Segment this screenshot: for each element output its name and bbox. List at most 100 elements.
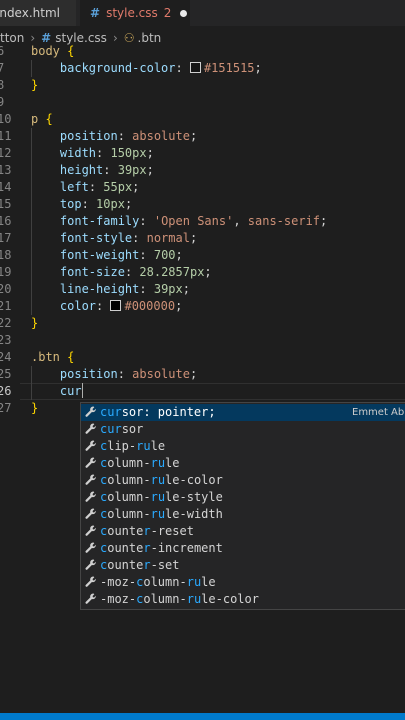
code-token: background-color [59,61,176,75]
color-swatch-icon[interactable] [110,300,122,311]
color-swatch-icon[interactable] [189,62,201,73]
code-token: : [175,61,190,75]
suggestion-match: cur [100,422,122,436]
suggestion-text: olumn- [107,507,151,521]
wrench-icon [84,506,98,523]
code-line[interactable]: 10 p { [0,111,405,128]
suggest-widget: cursor: pointer; Emmet Abb cursor clip-rule… [80,402,405,610]
code-text: cur [31,383,83,400]
code-token: 39px [153,282,183,296]
line-number: 25 [0,367,12,381]
code-token: font-size [59,265,125,279]
code-line[interactable]: 26 cur [0,383,405,400]
code-line[interactable]: 20 line-height: 39px; [0,281,405,298]
code-line[interactable]: 12 width: 150px; [0,145,405,162]
suggestion-item[interactable]: column-rule [81,455,405,472]
code-line[interactable]: 16 font-family: 'Open Sans', sans-serif; [0,213,405,230]
code-line[interactable]: 21 color: #000000; [0,298,405,315]
code-token: { [67,44,75,58]
code-line[interactable]: 14 left: 55px; [0,179,405,196]
code-line[interactable]: 18 font-weight: 700; [0,247,405,264]
suggestion-label: column-rule [100,455,180,472]
line-number: 17 [0,231,12,245]
code-token: : [132,231,147,245]
tab-index-html[interactable]: index.html [0,0,76,26]
code-line[interactable]: 6 body { [0,43,405,60]
suggestion-item[interactable]: counter-reset [81,523,405,540]
suggestion-match: ru [150,456,166,470]
code-token: : [81,197,97,211]
suggestion-text: olumn- [107,473,151,487]
code-line[interactable]: 22} [0,315,405,332]
tab-style-css[interactable]: # style.css 2 [80,0,190,26]
suggestion-item[interactable]: counter-increment [81,540,405,557]
code-line[interactable]: 17 font-style: normal; [0,230,405,247]
code-token: : [139,214,154,228]
line-number: 19 [0,265,12,279]
code-token: line-height [59,282,140,296]
code-line[interactable]: 25 position: absolute; [0,366,405,383]
suggestion-text: -reset [150,524,194,538]
suggestion-label: column-rule-style [100,489,223,506]
code-token: 150px [110,146,147,160]
wrench-icon [84,523,98,540]
suggestion-item[interactable]: -moz-column-rule-color [81,591,405,608]
unsaved-dot-icon[interactable] [180,10,188,17]
suggestion-label: cursor: pointer; [100,404,216,421]
code-text: top: 10px; [31,196,132,213]
suggestion-item[interactable]: cursor: pointer; Emmet Abb [81,404,405,421]
suggestion-text: sor: pointer; [121,405,216,419]
suggestion-text: -moz- [100,575,137,589]
line-number: 6 [0,44,5,58]
wrench-icon [84,591,98,608]
code-line[interactable]: 13 height: 39px; [0,162,405,179]
code-line[interactable]: 19 font-size: 28.2857px; [0,264,405,281]
suggestion-text: le [201,575,216,589]
code-line[interactable]: 7 background-color: #151515; [0,60,405,77]
suggestion-label: cursor [100,421,143,438]
suggestion-text: ounte [107,558,144,572]
code-token: 28.2857px [139,265,205,279]
wrench-icon [84,455,98,472]
suggestion-match: r [143,558,151,572]
suggestion-match: ru [186,592,202,606]
line-number: 10 [0,112,12,126]
code-token: p [31,112,46,126]
code-token: ; [189,367,198,381]
wrench-icon [84,574,98,591]
code-token: ; [132,180,140,194]
suggestion-item[interactable]: column-rule-style [81,489,405,506]
wrench-icon [84,438,98,455]
code-token: { [67,350,75,364]
suggestion-item[interactable]: counter-set [81,557,405,574]
suggestion-detail: Emmet Abb [352,407,405,418]
suggestion-item[interactable]: cursor [81,421,405,438]
code-line[interactable]: 24 .btn { [0,349,405,366]
code-token: 'Open Sans' [153,214,234,228]
code-token: color [59,299,97,313]
indent-guide [31,366,32,400]
line-number: 8 [0,78,5,92]
code-line[interactable]: 23 [0,332,405,349]
suggestion-item[interactable]: -moz-column-rule [81,574,405,591]
suggestion-label: counter-reset [100,523,194,540]
code-line[interactable]: 15 top: 10px; [0,196,405,213]
code-token: ; [175,299,183,313]
tab-label: index.html [0,6,60,20]
code-line[interactable]: 8} [0,77,405,94]
code-text: } [31,400,38,417]
suggestion-item[interactable]: clip-rule [81,438,405,455]
code-line[interactable]: 9 [0,94,405,111]
code-text: height: 39px; [31,162,154,179]
problems-count: 2 [163,6,172,20]
code-token: position [59,129,118,143]
suggestion-item[interactable]: column-rule-color [81,472,405,489]
suggestion-match: ru [186,575,202,589]
code-line[interactable]: 11 position: absolute; [0,128,405,145]
suggestion-item[interactable]: column-rule-width [81,506,405,523]
code-token: top [59,197,82,211]
suggestion-match: r [143,541,151,555]
